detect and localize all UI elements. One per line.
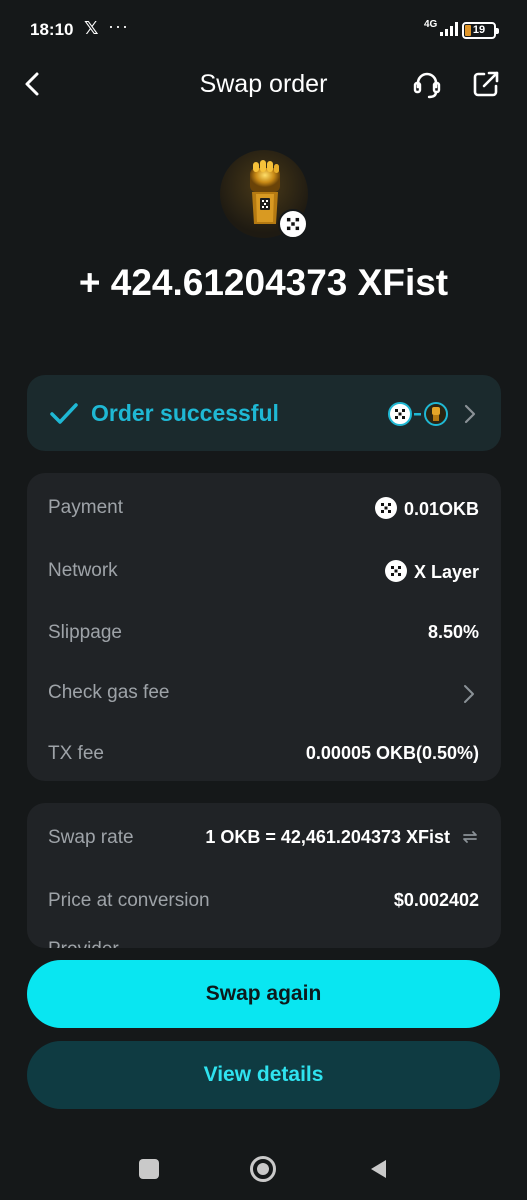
swap-rate-label: Swap rate	[48, 827, 134, 848]
check-gas-fee-label: Check gas fee	[48, 682, 170, 703]
chevron-right-icon[interactable]	[463, 684, 475, 704]
page-title: Swap order	[199, 70, 328, 98]
headset-icon[interactable]	[410, 68, 444, 102]
payment-value-wrap: 0.01OKB	[374, 497, 479, 520]
view-details-button[interactable]: View details	[27, 1041, 500, 1109]
slippage-value: 8.50%	[427, 622, 479, 642]
x-layer-icon	[384, 560, 407, 582]
okb-badge-icon	[278, 209, 308, 239]
tx-fee-value: 0.00005 OKB(0.50%)	[305, 743, 479, 763]
payment-row: Payment 0.01OKB	[27, 489, 501, 529]
tx-fee-label: TX fee	[48, 743, 104, 764]
tx-fee-row: TX fee 0.00005 OKB(0.50%)	[27, 735, 501, 775]
network-type: 4G	[424, 19, 438, 30]
okb-coin-icon	[374, 497, 397, 519]
swap-rate-card: Swap rate 1 OKB = 42,461.204373 XFist Pr…	[27, 803, 501, 948]
signal-icon	[440, 22, 458, 36]
swap-rate-row: Swap rate 1 OKB = 42,461.204373 XFist	[27, 819, 501, 859]
recent-apps-icon[interactable]	[139, 1159, 159, 1179]
swap-rate-value-wrap: 1 OKB = 42,461.204373 XFist	[205, 827, 479, 848]
home-icon[interactable]	[250, 1156, 276, 1182]
swap-pair-icon	[388, 402, 448, 426]
chevron-right-icon	[464, 404, 476, 424]
more-notifications-icon: ···	[108, 16, 129, 36]
battery-icon: 19	[462, 22, 499, 39]
network-value-wrap: X Layer	[384, 560, 479, 583]
payment-value: 0.01OKB	[403, 499, 479, 519]
order-status-card[interactable]: Order successful	[27, 375, 501, 451]
network-value: X Layer	[413, 562, 479, 582]
battery-level: 19	[472, 24, 486, 36]
slippage-row: Slippage 8.50%	[27, 614, 501, 654]
app-header: Swap order	[0, 62, 527, 108]
check-gas-fee-row[interactable]: Check gas fee	[27, 674, 501, 714]
status-bar: 18:10 𝕏 ··· 4G 19	[0, 0, 527, 62]
status-time: 18:10	[30, 20, 74, 39]
swap-arrows-icon[interactable]	[461, 828, 479, 846]
system-nav-bar	[0, 1140, 527, 1200]
swap-again-button[interactable]: Swap again	[27, 960, 500, 1028]
x-app-icon: 𝕏	[84, 18, 99, 38]
order-status-text: Order successful	[91, 400, 279, 426]
check-icon	[50, 403, 78, 424]
network-label: Network	[48, 560, 118, 581]
slippage-label: Slippage	[48, 622, 122, 643]
swap-rate-value: 1 OKB = 42,461.204373 XFist	[205, 827, 450, 847]
external-link-icon[interactable]	[470, 68, 502, 100]
payment-label: Payment	[48, 497, 123, 518]
received-amount: + 424.61204373 XFist	[78, 262, 449, 303]
price-at-conversion-label: Price at conversion	[48, 890, 210, 911]
network-row: Network X Layer	[27, 552, 501, 592]
order-details-card: Payment 0.01OKB Network X Layer Slippage…	[27, 473, 501, 781]
provider-label: Provider	[48, 939, 119, 948]
price-at-conversion-row: Price at conversion $0.002402	[27, 882, 501, 922]
back-triangle-icon[interactable]	[368, 1158, 388, 1180]
price-at-conversion-value: $0.002402	[393, 890, 479, 910]
